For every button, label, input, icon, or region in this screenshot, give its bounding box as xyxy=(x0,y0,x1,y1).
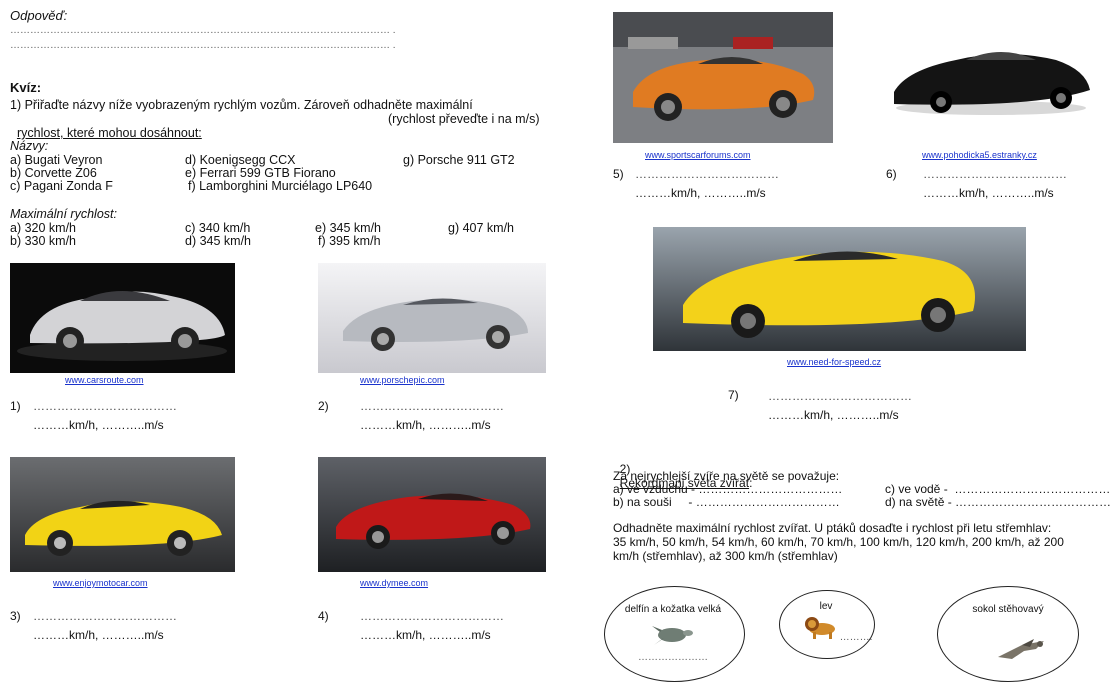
car-photo-2 xyxy=(318,263,546,373)
car-3-speed-blank: ………km/h, ………..m/s xyxy=(33,628,164,642)
car-4-name-blank: ……………………………… xyxy=(360,609,504,623)
lion-icon xyxy=(805,617,835,639)
car-3-name-blank: ……………………………… xyxy=(33,609,177,623)
car-1-number: 1) xyxy=(10,399,21,413)
car-6-image xyxy=(886,30,1096,120)
car-7-number: 7) xyxy=(728,388,739,402)
car-photo-4 xyxy=(318,457,546,572)
car-1-name-blank: ……………………………… xyxy=(33,399,177,413)
task1-underlined: rychlost, které mohou dosáhnout: xyxy=(16,126,202,140)
animal-world: d) na světě - …………………………………… xyxy=(885,495,1110,509)
car-photo-6 xyxy=(886,30,1096,120)
car-2-name-blank: ……………………………… xyxy=(360,399,504,413)
car-3-link[interactable]: www.enjoymotocar.com xyxy=(53,578,148,588)
turtle-icon xyxy=(652,626,693,645)
names-label: Názvy: xyxy=(10,139,49,153)
speed-b: b) 330 km/h xyxy=(10,234,77,248)
speed-f: f) 395 km/h xyxy=(318,234,381,248)
car-photo-3 xyxy=(10,457,235,572)
answer-line-1: …………………………………………………………………………………………………… . xyxy=(10,25,396,36)
name-a: a) Bugati Veyron xyxy=(10,153,103,167)
animal-land: b) na souši - ……………………………… xyxy=(613,495,840,509)
car-7-link[interactable]: www.need-for-speed.cz xyxy=(787,357,881,367)
car-4-speed-blank: ………km/h, ………..m/s xyxy=(360,628,491,642)
car-2-speed-blank: ………km/h, ………..m/s xyxy=(360,418,491,432)
car-3-image xyxy=(10,457,235,572)
car-7-name-blank: ……………………………… xyxy=(768,389,912,403)
car-photo-5 xyxy=(613,12,833,143)
name-b: b) Corvette Z06 xyxy=(10,166,97,180)
speed-label: Maximální rychlost: xyxy=(10,207,117,221)
car-photo-1 xyxy=(10,263,235,373)
car-7-image xyxy=(653,227,1026,351)
car-3-number: 3) xyxy=(10,609,21,623)
falcon-icon xyxy=(998,639,1044,659)
name-e: e) Ferrari 599 GTB Fiorano xyxy=(185,166,336,180)
estimate-line1: Odhadněte maximální rychlost zvířat. U p… xyxy=(613,521,1052,535)
name-f: f) Lamborghini Murciélago LP640 xyxy=(188,179,373,193)
name-c: c) Pagani Zonda F xyxy=(10,179,113,193)
car-5-name-blank: ……………………………… xyxy=(635,167,779,181)
task1-convert-note: (rychlost převeďte i na m/s) xyxy=(388,112,540,126)
car-6-link[interactable]: www.pohodicka5.estranky.cz xyxy=(922,150,1037,160)
answer-line-2: …………………………………………………………………………………………………… . xyxy=(10,40,396,51)
name-g: g) Porsche 911 GT2 xyxy=(403,153,515,167)
circle-lion-blank: ………. xyxy=(839,632,873,643)
car-1-image xyxy=(10,263,235,373)
car-4-image xyxy=(318,457,546,572)
car-5-link[interactable]: www.sportscarforums.com xyxy=(645,150,751,160)
speed-a: a) 320 km/h xyxy=(10,221,77,235)
circle-falcon xyxy=(937,586,1079,682)
answer-label: Odpověď: xyxy=(10,8,68,23)
quiz-heading: Kvíz: xyxy=(10,80,42,95)
animal-air: a) ve vzduchu - ……………………………… xyxy=(613,482,843,496)
car-1-speed-blank: ………km/h, ………..m/s xyxy=(33,418,164,432)
task1-line1: 1) Přiřaďte názvy níže vyobrazeným rychl… xyxy=(10,98,473,112)
car-5-image xyxy=(613,12,833,143)
circle-lion-label: lev xyxy=(819,601,833,612)
car-7-speed-blank: ………km/h, ………..m/s xyxy=(768,408,899,422)
car-4-number: 4) xyxy=(318,609,329,623)
speed-c: c) 340 km/h xyxy=(185,221,251,235)
car-1-link[interactable]: www.carsroute.com xyxy=(65,375,144,385)
task1-line2: rychlost, které mohou dosáhnout: xyxy=(10,112,202,140)
car-2-image xyxy=(318,263,546,373)
car-5-number: 5) xyxy=(613,167,624,181)
car-photo-7 xyxy=(653,227,1026,351)
car-2-link[interactable]: www.porschepic.com xyxy=(360,375,445,385)
car-2-number: 2) xyxy=(318,399,329,413)
car-6-name-blank: ……………………………… xyxy=(923,167,1067,181)
car-5-speed-blank: ………km/h, ………..m/s xyxy=(635,186,766,200)
car-6-speed-blank: ………km/h, ………..m/s xyxy=(923,186,1054,200)
car-6-number: 6) xyxy=(886,167,897,181)
name-d: d) Koenigsegg CCX xyxy=(185,153,296,167)
circle-dolphin-turtle-label: delfín a kožatka velká xyxy=(624,604,722,615)
estimate-line2: 35 km/h, 50 km/h, 54 km/h, 60 km/h, 70 k… xyxy=(613,535,1064,549)
circle-falcon-label: sokol stěhovavý xyxy=(972,604,1044,615)
car-4-link[interactable]: www.dymee.com xyxy=(360,578,428,588)
speed-d: d) 345 km/h xyxy=(185,234,252,248)
animal-water: c) ve vodě - …………………………………… xyxy=(885,482,1110,496)
speed-g: g) 407 km/h xyxy=(448,221,515,235)
estimate-line3: km/h (střemhlav), až 300 km/h (střemhlav… xyxy=(613,549,838,563)
animals-intro: Za nejrychlejší zvíře na světě se považu… xyxy=(613,469,840,483)
speed-e: e) 345 km/h xyxy=(315,221,382,235)
circle-dolphin-turtle-blank: ………………… xyxy=(638,652,708,663)
